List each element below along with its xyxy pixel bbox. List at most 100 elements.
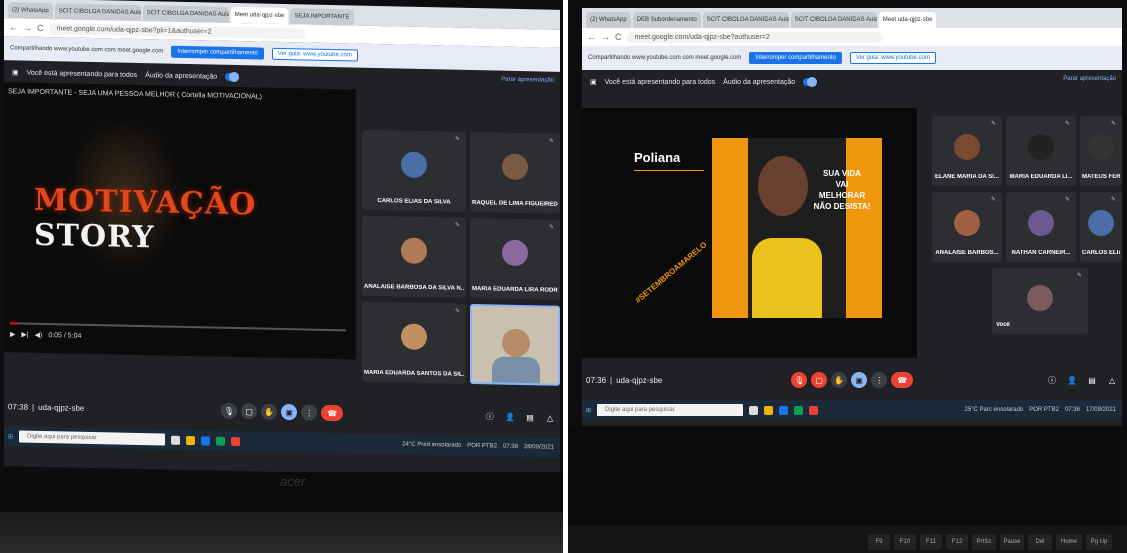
browser-tab-bar: (2) WhatsApp DEB Subordenamento SCIT CIB…	[582, 8, 1122, 28]
laptop-screen: (2) WhatsApp SCIT CIBOLGA DANIDAS Aula S…	[4, 0, 560, 478]
audio-toggle[interactable]	[803, 77, 818, 87]
windows-start-icon[interactable]: ⊞	[586, 407, 591, 414]
participant-tile[interactable]: ✎ ANALAISE BARBOS...	[932, 192, 1002, 262]
task-view-icon[interactable]	[749, 405, 759, 415]
shared-video: Poliana #SETEMBROAMARELO SUA VIDA VAI ME…	[582, 108, 917, 358]
volume-icon[interactable]: ◀)	[35, 331, 43, 339]
participant-tile[interactable]: ✎ ANALAISE BARBOSA DA SILVA N...	[362, 215, 466, 298]
meet-call-bar: 07:38 | uda-qjpz-sbe 🎙 ▢ ✋ ▣ ⋮ ☎ ⓘ 👤 ▤ △	[4, 392, 560, 432]
go-to-tab-button[interactable]: Ver guia: www.youtube.com	[271, 47, 358, 62]
poster-stripe-left	[712, 138, 748, 318]
forward-arrow-icon[interactable]: →	[601, 32, 610, 42]
raise-hand-icon[interactable]: ✋	[831, 372, 848, 388]
participant-tile[interactable]: ✎ CARLOS ELIAS DA...	[1080, 192, 1122, 262]
play-icon[interactable]: ▶	[10, 330, 15, 338]
more-options-icon[interactable]: ⋮	[871, 372, 888, 388]
present-screen-icon[interactable]: ▣	[281, 403, 298, 421]
url-field[interactable]: meet.google.com/uda-qjpz-sbe?authuser=2	[626, 31, 883, 43]
participant-tile[interactable]: ✎ MARIA EDUARDA LI...	[1006, 116, 1076, 186]
present-screen-icon[interactable]: ▣	[851, 372, 868, 388]
browser-tab-active[interactable]: Meet uda-qjpz-sbe	[230, 6, 289, 25]
mic-off-icon: ✎	[454, 308, 460, 315]
stop-presenting-link[interactable]: Parar apresentação	[501, 77, 554, 84]
stop-presenting-link[interactable]: Parar apresentação	[1063, 76, 1116, 82]
stop-sharing-button[interactable]: Interromper compartilhamento	[171, 45, 264, 60]
forward-arrow-icon[interactable]: →	[23, 23, 32, 33]
reload-icon[interactable]: C	[615, 32, 622, 42]
browser-tab[interactable]: DEB Subordenamento	[632, 12, 701, 28]
audio-toggle[interactable]	[225, 72, 240, 82]
taskbar-search[interactable]: Digite aqui para pesquisar	[19, 430, 166, 446]
task-view-icon[interactable]	[171, 435, 181, 445]
mic-off-icon[interactable]: 🎙	[791, 372, 808, 388]
presenting-banner: ▣ Você está apresentando para todos Áudi…	[582, 70, 1122, 94]
language-indicator: POR PTB2	[467, 442, 497, 450]
taskbar-search[interactable]: Digite aqui para pesquisar	[597, 404, 744, 416]
file-explorer-icon[interactable]	[186, 435, 196, 445]
mic-off-icon: ✎	[548, 138, 554, 145]
end-call-icon[interactable]: ☎	[891, 372, 914, 388]
people-icon[interactable]: 👤	[1064, 372, 1080, 388]
stop-sharing-button[interactable]: Interromper compartilhamento	[749, 52, 842, 64]
chrome-icon[interactable]	[231, 436, 241, 446]
meeting-code: uda-qjpz-sbe	[616, 375, 663, 385]
participant-avatar	[401, 151, 427, 178]
next-icon[interactable]: ▶|	[21, 331, 28, 339]
browser-tab[interactable]: SCIT CIBOLGA DANIDAS Aula	[54, 3, 141, 22]
spotify-icon[interactable]	[794, 405, 804, 415]
browser-tab-active[interactable]: Meet uda-qjpz-sbe	[878, 12, 937, 28]
mic-icon[interactable]: 🎙	[221, 402, 238, 420]
keyboard-key: F11	[920, 534, 942, 550]
more-options-icon[interactable]: ⋮	[301, 404, 318, 421]
windows-start-icon[interactable]: ⊞	[8, 433, 13, 440]
mic-off-icon: ✎	[548, 224, 554, 231]
people-icon[interactable]: 👤	[502, 409, 518, 425]
url-field[interactable]: meet.google.com/uda-qjpz-sbe?pli=1&authu…	[48, 22, 305, 39]
participant-avatar	[1088, 210, 1114, 237]
mic-off-icon: ✎	[1064, 197, 1070, 203]
participant-name: MARIA EDUARDA LI...	[1009, 174, 1073, 180]
chrome-icon[interactable]	[809, 405, 819, 415]
video-progress-bar[interactable]	[10, 322, 346, 332]
participant-tile[interactable]: ✎ RAQUEL DE LIMA FIGUEIREDO	[470, 131, 560, 214]
store-icon[interactable]	[779, 405, 789, 415]
share-text: Compartilhando www.youtube.com com meet.…	[10, 45, 164, 55]
info-icon[interactable]: ⓘ	[482, 408, 498, 424]
chat-icon[interactable]: ▤	[522, 409, 538, 425]
self-view-tile[interactable]	[470, 303, 560, 386]
participant-tile[interactable]: ✎ MATEUS FERNAND...	[1080, 116, 1122, 186]
laptop-base	[0, 512, 563, 553]
windows-taskbar: ⊞ Digite aqui para pesquisar 25°C Parc e…	[582, 400, 1122, 420]
browser-tab[interactable]: SEJA IMPORTANTE	[290, 8, 354, 26]
browser-tab[interactable]: SCIT CIBOLGA DANIDAS Aula	[142, 5, 229, 23]
spotify-icon[interactable]	[216, 436, 226, 446]
participant-tile[interactable]: ✎ NATHAN CARNEIR...	[1006, 192, 1076, 262]
store-icon[interactable]	[201, 435, 211, 445]
browser-tab[interactable]: (2) WhatsApp	[586, 12, 631, 28]
participant-tile[interactable]: ✎ CARLOS ELIAS DA SILVA	[362, 129, 466, 212]
participant-avatar	[502, 239, 528, 266]
self-view-tile[interactable]: ✎ Você	[992, 268, 1088, 334]
info-icon[interactable]: ⓘ	[1044, 372, 1060, 388]
participant-tile[interactable]: ✎ ELANE MARIA DA SI...	[932, 116, 1002, 186]
file-explorer-icon[interactable]	[764, 405, 774, 415]
end-call-icon[interactable]: ☎	[321, 404, 344, 422]
participant-avatar	[1028, 134, 1054, 161]
participant-tile[interactable]: ✎ MARIA EDUARDA SANTOS DA SIL...	[362, 301, 466, 384]
poster-message: SUA VIDA VAI MELHORAR NÃO DESISTA!	[813, 169, 871, 211]
go-to-tab-button[interactable]: Ver guia: www.youtube.com	[849, 52, 936, 64]
browser-tab[interactable]: SCIT CIBOLGA DANIDAS Aula	[702, 12, 789, 28]
activities-icon[interactable]: △	[542, 409, 558, 425]
participant-tile[interactable]: ✎ MARIA EDUARDA LIRA RODRIGU...	[470, 217, 560, 300]
camera-icon[interactable]: ▢	[241, 403, 258, 420]
browser-tab[interactable]: (2) WhatsApp	[8, 2, 53, 20]
reload-icon[interactable]: C	[37, 23, 44, 33]
chat-icon[interactable]: ▤	[1084, 372, 1100, 388]
browser-tab[interactable]: SCIT CIBOLGA DANIDAS Aula	[790, 12, 877, 28]
activities-icon[interactable]: △	[1104, 372, 1120, 388]
back-arrow-icon[interactable]: ←	[587, 32, 596, 42]
raise-hand-icon[interactable]: ✋	[261, 403, 278, 420]
right-photo: (2) WhatsApp DEB Subordenamento SCIT CIB…	[568, 0, 1127, 553]
back-arrow-icon[interactable]: ←	[9, 22, 18, 32]
camera-off-icon[interactable]: ▢	[811, 372, 828, 388]
